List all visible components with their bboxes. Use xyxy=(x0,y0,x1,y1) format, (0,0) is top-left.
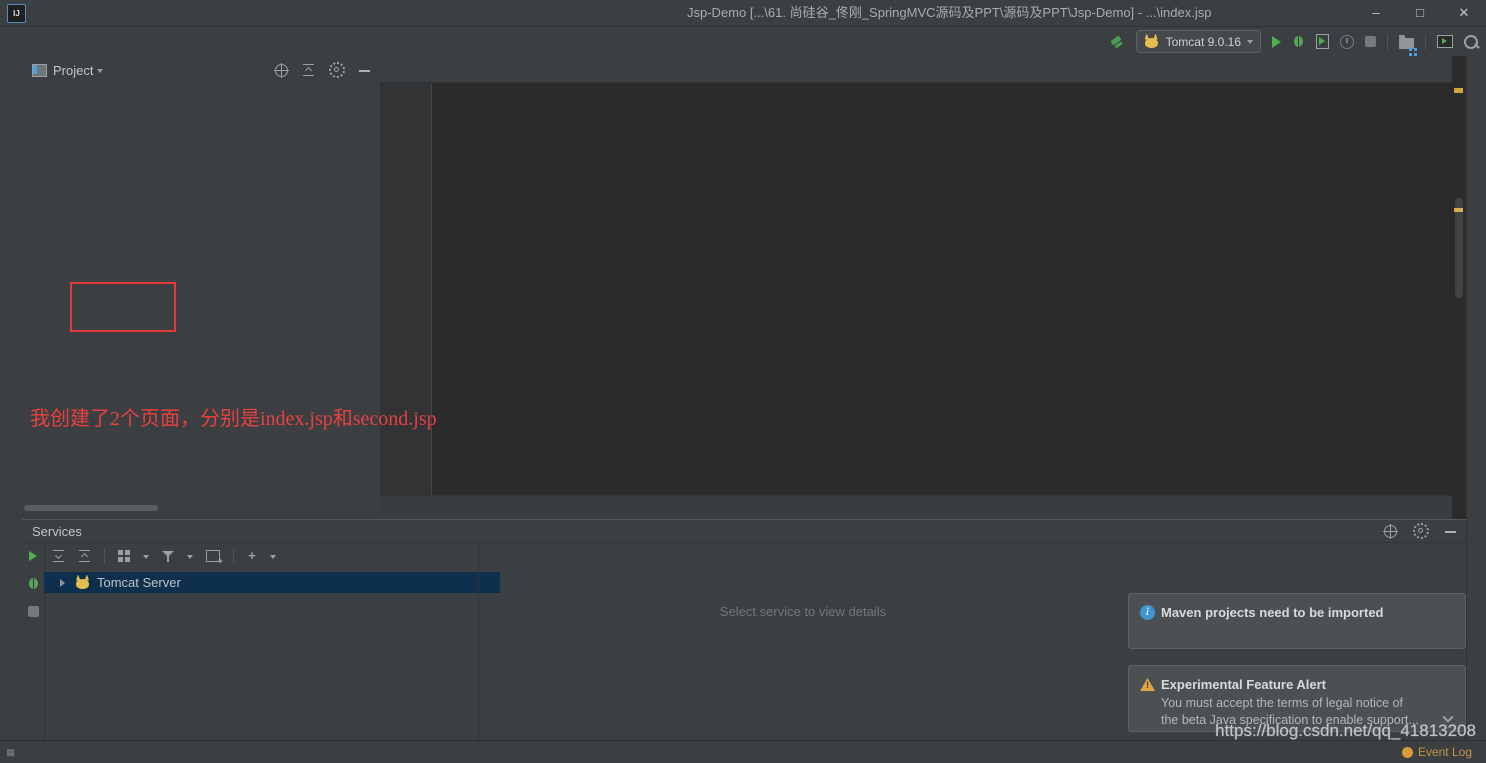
collapse-all-icon[interactable] xyxy=(78,550,91,563)
services-empty-text: Select service to view details xyxy=(478,604,1128,619)
run-button[interactable] xyxy=(1272,36,1281,48)
title-bar: Jsp-Demo [...\61. 尚硅谷_佟刚_SpringMVC源码及PPT… xyxy=(0,0,1486,27)
debug-service-button[interactable] xyxy=(27,577,40,590)
toolbar-separator xyxy=(1425,34,1426,50)
add-frame-icon[interactable] xyxy=(206,550,220,562)
debug-button[interactable] xyxy=(1292,35,1305,48)
run-window-icon[interactable] xyxy=(1437,35,1453,48)
project-panel-title[interactable]: Project xyxy=(53,63,93,78)
add-service-icon[interactable] xyxy=(247,550,257,562)
hide-panel-icon[interactable] xyxy=(1445,526,1456,537)
watermark: https://blog.csdn.net/qq_41813208 xyxy=(1215,721,1476,741)
gear-icon[interactable] xyxy=(1413,523,1429,539)
project-panel-header: Project xyxy=(22,56,380,84)
locate-file-icon[interactable] xyxy=(275,64,288,77)
filter-icon[interactable] xyxy=(162,550,174,562)
notification-title: Experimental Feature Alert xyxy=(1161,677,1465,692)
run-with-coverage-icon[interactable] xyxy=(1316,34,1329,49)
event-log-label: Event Log xyxy=(1418,745,1472,759)
maximize-button[interactable]: □ xyxy=(1398,0,1442,26)
chevron-down-icon[interactable] xyxy=(97,69,103,76)
close-button[interactable]: ✕ xyxy=(1442,0,1486,26)
annotation-text: 我创建了2个页面，分别是index.jsp和second.jsp xyxy=(30,402,437,431)
editor xyxy=(380,56,1452,519)
services-panel: Services Tomcat Server Select service to… xyxy=(22,519,1466,741)
event-log-button[interactable]: Event Log xyxy=(1402,741,1472,763)
tomcat-icon xyxy=(1144,35,1160,49)
editor-tab-bar xyxy=(380,56,1452,83)
stop-button[interactable] xyxy=(1365,36,1376,47)
run-configuration-label: Tomcat 9.0.16 xyxy=(1166,35,1241,49)
main-toolbar: Tomcat 9.0.16 xyxy=(0,27,1486,57)
tomcat-server-row[interactable]: Tomcat Server xyxy=(44,572,500,593)
stop-service-button[interactable] xyxy=(28,606,39,617)
run-configuration-select[interactable]: Tomcat 9.0.16 xyxy=(1136,30,1261,53)
toolbar-separator xyxy=(1387,34,1388,50)
view-options-icon[interactable] xyxy=(1384,525,1397,538)
event-log-icon xyxy=(1402,747,1413,758)
error-stripe[interactable] xyxy=(1452,56,1466,519)
intellij-logo-icon xyxy=(7,4,26,23)
stripe-toggle-icon[interactable]: ▦ xyxy=(0,747,22,758)
code-area[interactable] xyxy=(380,83,1452,495)
search-everywhere-icon[interactable] xyxy=(1464,35,1478,49)
chevron-right-icon[interactable] xyxy=(55,576,69,590)
minimize-button[interactable]: – xyxy=(1354,0,1398,26)
info-icon xyxy=(1140,605,1155,620)
services-side-toolbar xyxy=(22,543,45,741)
services-toolbar xyxy=(52,548,276,564)
notification-title: Maven projects need to be imported xyxy=(1161,605,1465,620)
left-tool-stripe xyxy=(0,56,23,740)
expand-all-icon[interactable] xyxy=(52,550,65,563)
right-tool-stripe xyxy=(1466,56,1486,740)
tomcat-icon xyxy=(75,576,91,590)
project-structure-icon[interactable] xyxy=(1399,38,1414,49)
run-toolbar: Tomcat 9.0.16 xyxy=(1109,27,1478,56)
service-label: Tomcat Server xyxy=(97,575,181,590)
window-controls: – □ ✕ xyxy=(1354,0,1486,26)
scrollbar-thumb[interactable] xyxy=(1455,198,1463,298)
services-header: Services xyxy=(22,520,1466,543)
warning-icon xyxy=(1140,678,1155,691)
project-panel-icon xyxy=(32,64,47,77)
annotation-box xyxy=(70,282,176,332)
gutter xyxy=(380,83,432,495)
hide-panel-icon[interactable] xyxy=(359,65,370,76)
collapse-all-icon[interactable] xyxy=(302,64,315,77)
window-title: Jsp-Demo [...\61. 尚硅谷_佟刚_SpringMVC源码及PPT… xyxy=(687,0,1211,26)
profiler-icon[interactable] xyxy=(1340,35,1354,49)
gear-icon[interactable] xyxy=(329,62,345,78)
services-title: Services xyxy=(32,524,82,539)
start-service-button[interactable] xyxy=(29,551,37,561)
expand-notification-icon[interactable] xyxy=(1443,713,1453,721)
group-by-icon[interactable] xyxy=(118,550,130,562)
chevron-down-icon xyxy=(1247,40,1253,47)
horizontal-scrollbar[interactable] xyxy=(24,505,158,511)
build-hammer-icon[interactable] xyxy=(1109,34,1125,50)
warning-mark[interactable] xyxy=(1454,88,1463,93)
breadcrumb xyxy=(380,495,1452,520)
maven-import-notification: Maven projects need to be imported xyxy=(1128,593,1466,649)
